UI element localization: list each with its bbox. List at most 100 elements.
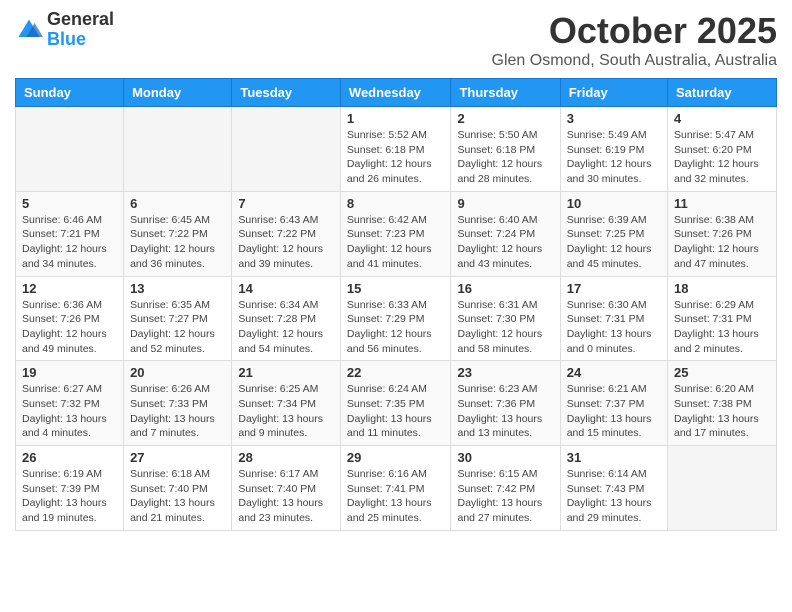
calendar-cell: 8 Sunrise: 6:42 AM Sunset: 7:23 PM Daylig… <box>340 191 451 276</box>
day-number: 11 <box>674 196 770 211</box>
day-number: 23 <box>457 365 553 380</box>
calendar-cell: 14 Sunrise: 6:34 AM Sunset: 7:28 PM Dayli… <box>232 276 341 361</box>
logo-blue-text: Blue <box>47 30 114 50</box>
day-number: 14 <box>238 281 334 296</box>
calendar-cell: 6Sunrise: 6:45 AM Sunset: 7:22 PM Daylig… <box>124 191 232 276</box>
day-number: 29 <box>347 450 445 465</box>
calendar-cell: 12 Sunrise: 6:36 AM Sunset: 7:26 PM Dayli… <box>16 276 124 361</box>
calendar-cell: 15 Sunrise: 6:33 AM Sunset: 7:29 PM Dayli… <box>340 276 451 361</box>
calendar-week-row: 5 Sunrise: 6:46 AM Sunset: 7:21 PM Daylig… <box>16 191 777 276</box>
day-number: 27 <box>130 450 225 465</box>
day-info: Sunrise: 6:46 AM Sunset: 7:21 PM Dayligh… <box>22 213 117 272</box>
calendar-cell: 19 Sunrise: 6:27 AM Sunset: 7:32 PM Dayli… <box>16 361 124 446</box>
column-header-sunday: Sunday <box>16 79 124 107</box>
calendar-cell: 5 Sunrise: 6:46 AM Sunset: 7:21 PM Daylig… <box>16 191 124 276</box>
day-info: Sunrise: 6:21 AM Sunset: 7:37 PM Dayligh… <box>567 382 661 441</box>
day-number: 5 <box>22 196 117 211</box>
calendar-cell: 31 Sunrise: 6:14 AM Sunset: 7:43 PM Dayli… <box>560 446 667 531</box>
day-number: 9 <box>457 196 553 211</box>
day-number: 10 <box>567 196 661 211</box>
day-info: Sunrise: 5:49 AM Sunset: 6:19 PM Dayligh… <box>567 128 661 187</box>
calendar-cell: 9 Sunrise: 6:40 AM Sunset: 7:24 PM Daylig… <box>451 191 560 276</box>
day-number: 28 <box>238 450 334 465</box>
day-info: Sunrise: 6:35 AM Sunset: 7:27 PM Dayligh… <box>130 298 225 357</box>
calendar-cell: 23 Sunrise: 6:23 AM Sunset: 7:36 PM Dayli… <box>451 361 560 446</box>
day-info: Sunrise: 6:19 AM Sunset: 7:39 PM Dayligh… <box>22 467 117 526</box>
day-info: Sunrise: 6:36 AM Sunset: 7:26 PM Dayligh… <box>22 298 117 357</box>
day-number: 24 <box>567 365 661 380</box>
location-title: Glen Osmond, South Australia, Australia <box>492 52 777 70</box>
calendar-cell: 20Sunrise: 6:26 AM Sunset: 7:33 PM Dayli… <box>124 361 232 446</box>
day-number: 1 <box>347 111 445 126</box>
day-info: Sunrise: 6:16 AM Sunset: 7:41 PM Dayligh… <box>347 467 445 526</box>
logo: General Blue <box>15 10 114 50</box>
calendar-week-row: 19 Sunrise: 6:27 AM Sunset: 7:32 PM Dayli… <box>16 361 777 446</box>
calendar-cell: 29 Sunrise: 6:16 AM Sunset: 7:41 PM Dayli… <box>340 446 451 531</box>
day-number: 22 <box>347 365 445 380</box>
day-number: 31 <box>567 450 661 465</box>
day-number: 8 <box>347 196 445 211</box>
day-number: 30 <box>457 450 553 465</box>
day-info: Sunrise: 6:43 AM Sunset: 7:22 PM Dayligh… <box>238 213 334 272</box>
calendar-week-row: 12 Sunrise: 6:36 AM Sunset: 7:26 PM Dayli… <box>16 276 777 361</box>
calendar-cell: 25Sunrise: 6:20 AM Sunset: 7:38 PM Dayli… <box>668 361 777 446</box>
calendar-cell: 3 Sunrise: 5:49 AM Sunset: 6:19 PM Daylig… <box>560 107 667 192</box>
day-info: Sunrise: 6:14 AM Sunset: 7:43 PM Dayligh… <box>567 467 661 526</box>
day-number: 25 <box>674 365 770 380</box>
calendar-cell <box>668 446 777 531</box>
day-info: Sunrise: 6:23 AM Sunset: 7:36 PM Dayligh… <box>457 382 553 441</box>
day-number: 3 <box>567 111 661 126</box>
calendar-cell: 2 Sunrise: 5:50 AM Sunset: 6:18 PM Daylig… <box>451 107 560 192</box>
day-info: Sunrise: 6:15 AM Sunset: 7:42 PM Dayligh… <box>457 467 553 526</box>
calendar-cell: 7 Sunrise: 6:43 AM Sunset: 7:22 PM Daylig… <box>232 191 341 276</box>
day-info: Sunrise: 6:33 AM Sunset: 7:29 PM Dayligh… <box>347 298 445 357</box>
column-header-saturday: Saturday <box>668 79 777 107</box>
calendar-cell: 13 Sunrise: 6:35 AM Sunset: 7:27 PM Dayli… <box>124 276 232 361</box>
day-number: 2 <box>457 111 553 126</box>
day-info: Sunrise: 5:50 AM Sunset: 6:18 PM Dayligh… <box>457 128 553 187</box>
day-info: Sunrise: 5:47 AM Sunset: 6:20 PM Dayligh… <box>674 128 770 187</box>
logo-text: General Blue <box>47 10 114 50</box>
calendar-cell: 22 Sunrise: 6:24 AM Sunset: 7:35 PM Dayli… <box>340 361 451 446</box>
day-info: Sunrise: 6:38 AM Sunset: 7:26 PM Dayligh… <box>674 213 770 272</box>
calendar-cell: 4 Sunrise: 5:47 AM Sunset: 6:20 PM Daylig… <box>668 107 777 192</box>
day-number: 15 <box>347 281 445 296</box>
column-header-friday: Friday <box>560 79 667 107</box>
calendar-cell <box>232 107 341 192</box>
calendar-header-row: SundayMondayTuesdayWednesdayThursdayFrid… <box>16 79 777 107</box>
calendar-table: SundayMondayTuesdayWednesdayThursdayFrid… <box>15 78 777 531</box>
calendar-cell: 18 Sunrise: 6:29 AM Sunset: 7:31 PM Dayli… <box>668 276 777 361</box>
day-info: Sunrise: 6:29 AM Sunset: 7:31 PM Dayligh… <box>674 298 770 357</box>
month-title: October 2025 <box>492 10 777 52</box>
day-number: 26 <box>22 450 117 465</box>
day-info: Sunrise: 6:45 AM Sunset: 7:22 PM Dayligh… <box>130 213 225 272</box>
calendar-cell: 26 Sunrise: 6:19 AM Sunset: 7:39 PM Dayli… <box>16 446 124 531</box>
calendar-cell: 11 Sunrise: 6:38 AM Sunset: 7:26 PM Dayli… <box>668 191 777 276</box>
day-info: Sunrise: 6:27 AM Sunset: 7:32 PM Dayligh… <box>22 382 117 441</box>
column-header-thursday: Thursday <box>451 79 560 107</box>
calendar-cell: 28 Sunrise: 6:17 AM Sunset: 7:40 PM Dayli… <box>232 446 341 531</box>
day-number: 13 <box>130 281 225 296</box>
day-number: 12 <box>22 281 117 296</box>
day-info: Sunrise: 6:25 AM Sunset: 7:34 PM Dayligh… <box>238 382 334 441</box>
page-header: General Blue October 2025 Glen Osmond, S… <box>15 10 777 70</box>
calendar-cell <box>124 107 232 192</box>
day-number: 17 <box>567 281 661 296</box>
day-number: 18 <box>674 281 770 296</box>
column-header-wednesday: Wednesday <box>340 79 451 107</box>
day-number: 19 <box>22 365 117 380</box>
day-number: 7 <box>238 196 334 211</box>
day-info: Sunrise: 6:40 AM Sunset: 7:24 PM Dayligh… <box>457 213 553 272</box>
calendar-cell: 24 Sunrise: 6:21 AM Sunset: 7:37 PM Dayli… <box>560 361 667 446</box>
calendar-cell: 1Sunrise: 5:52 AM Sunset: 6:18 PM Daylig… <box>340 107 451 192</box>
day-info: Sunrise: 6:42 AM Sunset: 7:23 PM Dayligh… <box>347 213 445 272</box>
day-number: 4 <box>674 111 770 126</box>
column-header-tuesday: Tuesday <box>232 79 341 107</box>
day-info: Sunrise: 6:17 AM Sunset: 7:40 PM Dayligh… <box>238 467 334 526</box>
logo-general-text: General <box>47 10 114 30</box>
day-number: 16 <box>457 281 553 296</box>
calendar-cell: 30 Sunrise: 6:15 AM Sunset: 7:42 PM Dayli… <box>451 446 560 531</box>
day-info: Sunrise: 6:24 AM Sunset: 7:35 PM Dayligh… <box>347 382 445 441</box>
calendar-cell: 27Sunrise: 6:18 AM Sunset: 7:40 PM Dayli… <box>124 446 232 531</box>
day-info: Sunrise: 6:34 AM Sunset: 7:28 PM Dayligh… <box>238 298 334 357</box>
